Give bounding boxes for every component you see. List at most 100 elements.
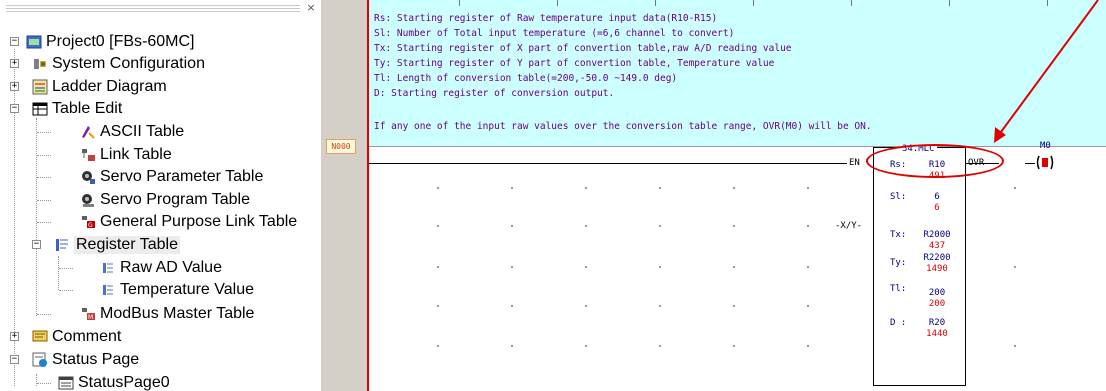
grid-dot <box>807 345 809 347</box>
tree-item-modbus-master-table[interactable]: M ModBus Master Table <box>80 303 254 325</box>
grid-dot <box>807 187 809 189</box>
tree-item-link-table[interactable]: Link Table <box>80 144 172 166</box>
operand-label-ty: Ty: <box>890 258 907 268</box>
tree-item-label: ModBus Master Table <box>100 305 255 322</box>
tree-connector <box>58 256 59 290</box>
comment-line: Tl: Length of conversion table(=200,-50.… <box>374 73 678 84</box>
tree-item-label: Temperature Value <box>120 281 254 298</box>
tree-item-label: Ladder Diagram <box>52 78 167 95</box>
table-edit-icon <box>32 101 48 117</box>
close-icon[interactable]: × <box>305 2 317 14</box>
ladder-editor[interactable] <box>369 147 1106 391</box>
modbus-table-icon: M <box>80 306 96 322</box>
link-table-icon <box>80 147 96 163</box>
collapse-icon[interactable]: − <box>10 37 19 46</box>
tree-item-comment[interactable]: + Comment <box>10 326 122 348</box>
tree-connector <box>36 374 37 386</box>
grid-dot <box>733 305 735 307</box>
operand-value-tx[interactable]: R2000 <box>917 230 957 240</box>
grid-dot <box>437 225 439 227</box>
grid-dot <box>659 187 661 189</box>
function-block-mlc[interactable]: 34.MLC Rs: R10 491 Sl: 6 6 Tx: R2000 437… <box>873 144 966 386</box>
tree-item-statuspage0[interactable]: StatusPage0 <box>58 372 170 391</box>
column-ruler <box>369 0 1106 6</box>
ruler-tick <box>655 0 656 6</box>
grid-dot <box>733 345 735 347</box>
grid-dot <box>659 345 661 347</box>
grid-dot <box>511 225 513 227</box>
expand-icon[interactable]: + <box>10 59 19 68</box>
tree-connector <box>37 200 51 201</box>
tree-item-label: Servo Parameter Table <box>100 168 264 185</box>
tree-item-label: Project0 [FBs-60MC] <box>46 33 195 50</box>
comment-line: If any one of the input raw values over … <box>374 121 872 132</box>
tree-item-table-edit[interactable]: − Table Edit <box>10 98 122 120</box>
status-page-icon <box>32 352 48 368</box>
project-icon <box>26 34 42 50</box>
grid-dot <box>1014 187 1016 189</box>
tree-panel-titlebar[interactable]: × <box>0 0 322 18</box>
tree-item-temperature-value[interactable]: Temperature Value <box>100 279 254 301</box>
operand-value-ty[interactable]: R2200 <box>917 253 957 263</box>
operand-label-sl: Sl: <box>890 192 907 202</box>
tree-item-label: Status Page <box>52 351 140 368</box>
grid-dot <box>659 225 661 227</box>
expand-icon[interactable]: + <box>10 332 19 341</box>
servo-program-icon <box>80 192 96 208</box>
coil-icon[interactable] <box>1036 155 1054 170</box>
tree-item-ascii-table[interactable]: ASCII Table <box>80 121 184 143</box>
grid-dot <box>659 266 661 268</box>
tree-item-general-purpose-link-table[interactable]: G General Purpose Link Table <box>80 211 297 233</box>
grid-dot <box>437 305 439 307</box>
tree-item-ladder-diagram[interactable]: + Ladder Diagram <box>10 76 167 98</box>
tree-item-raw-ad-value[interactable]: Raw AD Value <box>100 257 222 279</box>
ruler-tick <box>1047 0 1048 6</box>
operand-value-d[interactable]: R20 <box>917 318 957 328</box>
grid-dot <box>585 225 587 227</box>
ascii-table-icon <box>80 124 96 140</box>
tree-item-label: Raw AD Value <box>120 259 222 276</box>
tree-connector <box>37 132 51 133</box>
output-wire <box>1025 163 1035 164</box>
tree-item-project[interactable]: − Project0 [FBs-60MC] <box>10 31 194 53</box>
register-item-icon <box>100 282 116 298</box>
tree-item-label: StatusPage0 <box>78 374 170 391</box>
collapse-icon[interactable]: − <box>10 104 19 113</box>
operand-value-sl[interactable]: 6 <box>917 192 957 202</box>
tree-connector <box>37 222 51 223</box>
grid-dot <box>511 187 513 189</box>
tree-connector <box>59 290 73 291</box>
tree-connector <box>37 314 51 315</box>
svg-text:G: G <box>88 222 93 229</box>
grid-dot <box>585 305 587 307</box>
project-tree-panel: × − Project0 [FBs-60MC] + System Configu… <box>0 0 322 391</box>
panel-grip[interactable] <box>6 5 300 14</box>
tree-item-servo-program-table[interactable]: Servo Program Table <box>80 189 250 211</box>
network-number[interactable]: N000 <box>326 139 356 154</box>
operand-label-tx: Tx: <box>890 230 907 240</box>
ruler-tick <box>459 0 460 6</box>
tree-connector <box>59 268 73 269</box>
tree-item-register-table[interactable]: − Register Table <box>32 234 180 256</box>
grid-dot <box>437 345 439 347</box>
tree-item-label: Comment <box>52 328 122 345</box>
tree-item-servo-parameter-table[interactable]: Servo Parameter Table <box>80 166 263 188</box>
ruler-tick <box>851 0 852 6</box>
collapse-icon[interactable]: − <box>10 355 19 364</box>
grid-dot <box>807 305 809 307</box>
tree-connector <box>36 118 37 316</box>
operand-current-sl: 6 <box>934 203 940 213</box>
expand-icon[interactable]: + <box>10 82 19 91</box>
network-comment[interactable]: Rs: Starting register of Raw temperature… <box>369 0 1106 147</box>
grid-dot <box>585 266 587 268</box>
tree-item-system-configuration[interactable]: + System Configuration <box>10 53 205 75</box>
operand-value-tl[interactable]: 200 <box>917 288 957 298</box>
tree-item-status-page[interactable]: − Status Page <box>10 349 140 371</box>
comment-icon <box>32 329 48 345</box>
grid-dot <box>511 266 513 268</box>
collapse-icon[interactable]: − <box>32 240 41 249</box>
grid-dot <box>437 266 439 268</box>
tree-connector <box>37 383 51 384</box>
comment-line: D: Starting register of conversion outpu… <box>374 88 615 99</box>
status-page-item-icon <box>58 375 74 391</box>
